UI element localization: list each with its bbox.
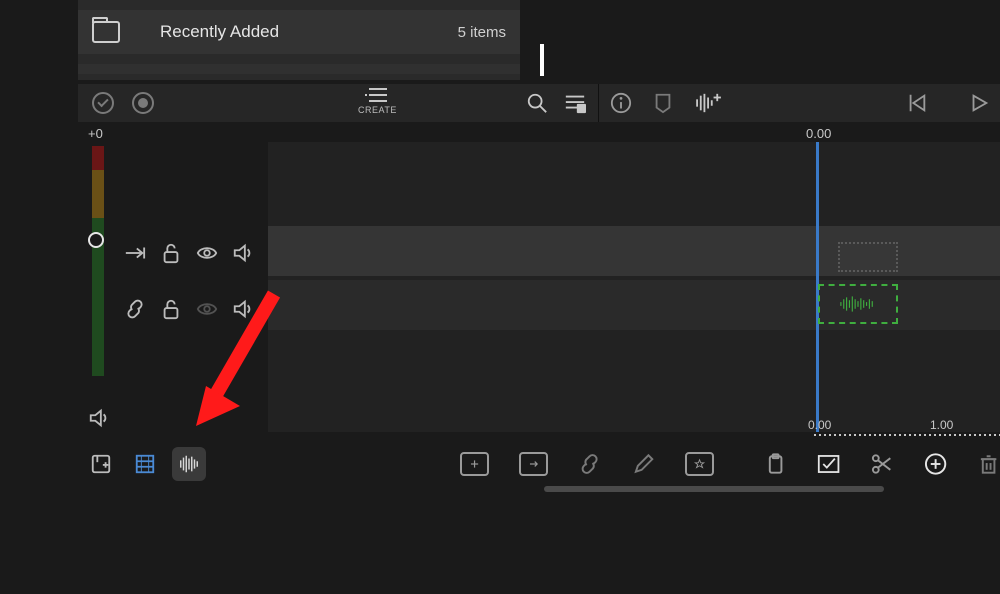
timeline-scrollbar[interactable]: [544, 486, 884, 492]
library-title: Recently Added: [160, 22, 279, 42]
import-button[interactable]: [84, 447, 118, 481]
search-button[interactable]: [526, 92, 548, 114]
eye-disabled-icon[interactable]: [196, 298, 218, 320]
folder-icon: [92, 21, 120, 43]
trash-icon: [977, 452, 1000, 476]
timeline: +0 0.00 0.00 1.00: [78, 122, 1000, 476]
viewer-playhead-mark: [540, 44, 544, 76]
library-header[interactable]: Recently Added 5 items: [78, 10, 520, 54]
speaker-icon[interactable]: [232, 298, 254, 320]
play-icon: [968, 92, 990, 114]
overwrite-box-icon: [526, 458, 541, 470]
split-button[interactable]: [870, 452, 893, 476]
video-clip-placeholder[interactable]: [838, 242, 898, 272]
list-plus-icon: [365, 86, 389, 104]
info-icon: [610, 92, 632, 114]
insert-clip-button[interactable]: [460, 452, 489, 476]
waveform-view-button[interactable]: [172, 447, 206, 481]
favorite-button[interactable]: [685, 452, 714, 476]
filmstrip-button[interactable]: [128, 447, 162, 481]
create-button[interactable]: CREATE: [358, 86, 397, 115]
link-toggle-button[interactable]: [578, 452, 601, 476]
video-track-controls: [124, 242, 254, 264]
lock-open-icon[interactable]: [160, 298, 182, 320]
filmstrip-icon: [134, 453, 156, 475]
marker-button[interactable]: [652, 92, 674, 114]
waveform-icon: [178, 453, 200, 475]
toolbar-divider: [598, 84, 599, 122]
ruler-mark-0: 0.00: [808, 418, 831, 432]
playhead-time: 0.00: [806, 126, 831, 141]
link-icon: [578, 452, 601, 476]
time-ruler[interactable]: [814, 434, 1000, 436]
delete-button[interactable]: [977, 452, 1000, 476]
library-item-count: 5 items: [458, 24, 506, 41]
ruler-mark-1: 1.00: [930, 418, 953, 432]
skip-back-button[interactable]: [906, 92, 928, 114]
filter-list-icon: [564, 92, 586, 114]
record-icon[interactable]: [132, 92, 154, 114]
waveform-plus-button[interactable]: [694, 92, 724, 114]
eye-icon[interactable]: [196, 242, 218, 264]
import-icon: [90, 453, 112, 475]
library-panel: Recently Added 5 items: [78, 0, 520, 80]
master-volume-icon[interactable]: [88, 407, 110, 429]
scissors-icon: [870, 452, 893, 476]
top-toolbar: CREATE: [78, 84, 1000, 122]
gain-label: +0: [88, 126, 103, 141]
plus-box-icon: [467, 458, 482, 470]
info-button[interactable]: [610, 92, 632, 114]
arrow-right-icon[interactable]: [124, 242, 146, 264]
bottom-toolbar: [270, 444, 1000, 484]
search-icon: [526, 92, 548, 114]
filter-list-button[interactable]: [564, 92, 586, 114]
select-all-icon[interactable]: [92, 92, 114, 114]
library-subbar: [78, 64, 520, 74]
audio-track-controls: [124, 298, 254, 320]
edit-button[interactable]: [632, 452, 655, 476]
audio-clip[interactable]: [818, 284, 898, 324]
check-box-icon: [817, 452, 840, 476]
waveform-icon: [839, 294, 877, 314]
overwrite-clip-button[interactable]: [519, 452, 548, 476]
link-icon[interactable]: [124, 298, 146, 320]
clipboard-icon: [764, 452, 787, 476]
lock-open-icon[interactable]: [160, 242, 182, 264]
create-label: CREATE: [358, 105, 397, 115]
pencil-icon: [632, 452, 655, 476]
shield-icon: [652, 92, 674, 114]
speaker-icon[interactable]: [232, 242, 254, 264]
star-box-icon: [692, 458, 707, 470]
gain-handle[interactable]: [88, 232, 104, 248]
add-circle-icon: [924, 452, 947, 476]
skip-back-icon: [906, 92, 928, 114]
play-button[interactable]: [968, 92, 990, 114]
add-button[interactable]: [924, 452, 947, 476]
waveform-plus-icon: [694, 92, 724, 114]
clipboard-button[interactable]: [764, 452, 787, 476]
approve-button[interactable]: [817, 452, 840, 476]
level-meter: [92, 146, 104, 376]
